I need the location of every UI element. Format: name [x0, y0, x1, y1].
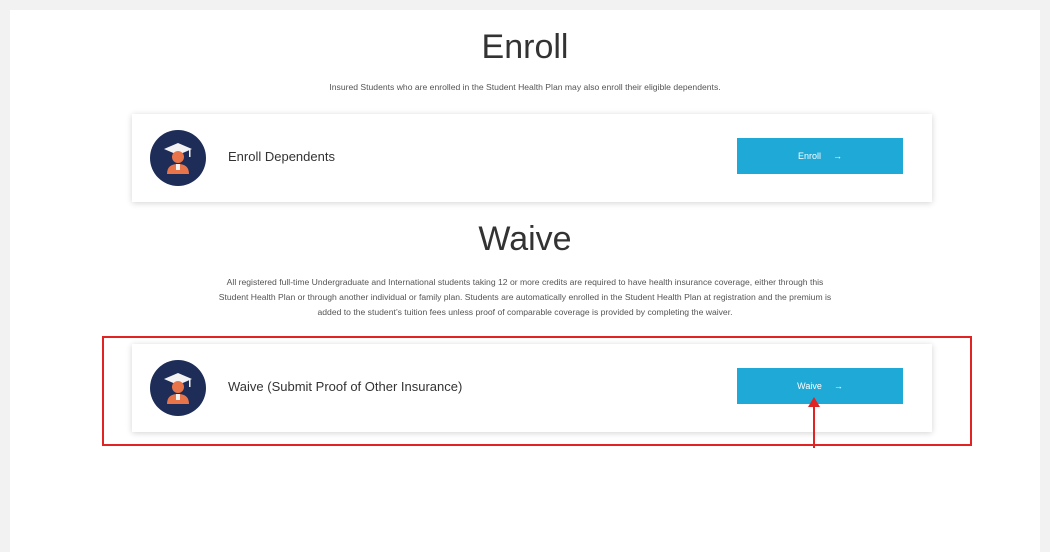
enroll-dependents-card: Enroll Dependents Enroll →	[132, 114, 932, 202]
waive-description-line: added to the student’s tuition fees unle…	[317, 307, 733, 317]
page: Enroll Insured Students who are enrolled…	[10, 10, 1040, 552]
annotation-highlight-box	[102, 336, 972, 446]
enroll-description: Insured Students who are enrolled in the…	[329, 82, 721, 92]
annotation-arrow-head	[808, 397, 820, 407]
annotation-arrow-line	[813, 402, 815, 448]
avatar	[150, 130, 206, 186]
student-graduate-icon	[164, 143, 192, 174]
waive-description: All registered full-time Undergraduate a…	[70, 275, 980, 320]
waive-description-line: All registered full-time Undergraduate a…	[226, 277, 824, 287]
waive-description-line: Student Health Plan or through another i…	[218, 292, 832, 302]
enroll-button-label: Enroll	[797, 151, 821, 161]
arrow-right-icon: →	[833, 151, 842, 161]
enroll-dependents-label: Enroll Dependents	[228, 149, 335, 164]
waive-title: Waive	[478, 220, 572, 258]
enroll-button[interactable]: Enroll →	[737, 138, 903, 174]
enroll-title: Enroll	[481, 28, 569, 66]
